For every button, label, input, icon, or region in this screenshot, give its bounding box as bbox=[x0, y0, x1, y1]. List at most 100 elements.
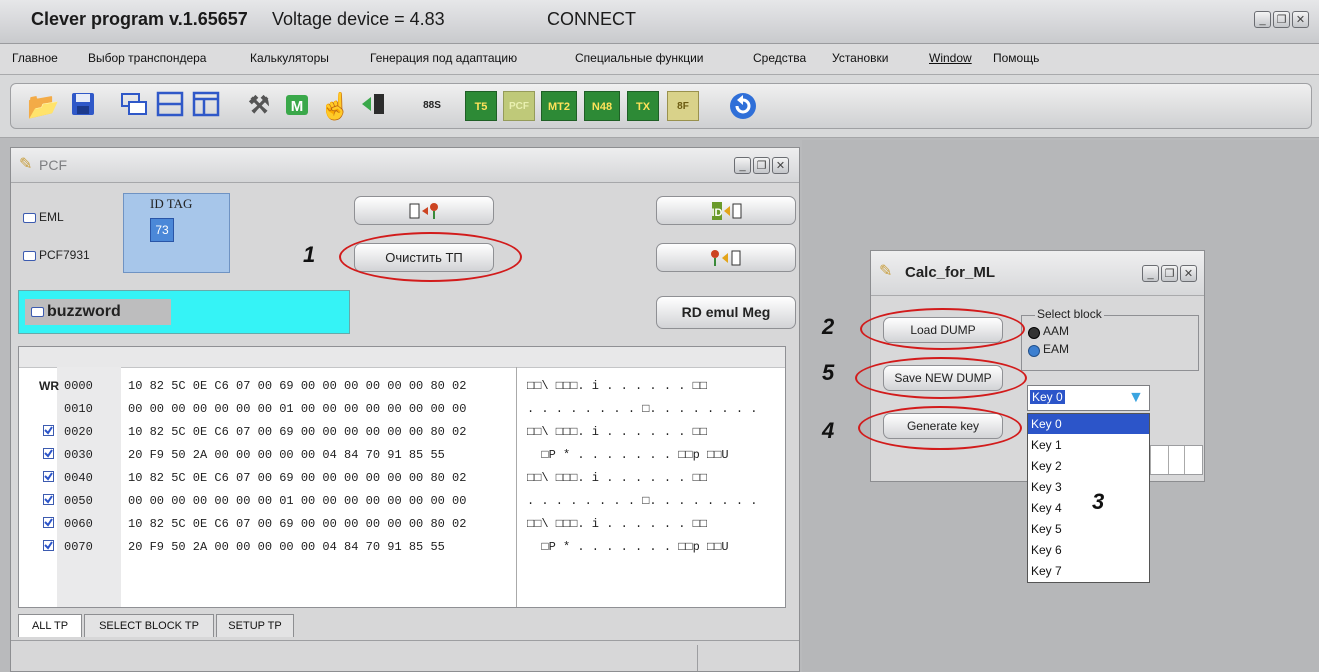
transfer-icon[interactable] bbox=[357, 91, 389, 121]
chevron-down-icon[interactable]: ▼ bbox=[1128, 389, 1144, 407]
row-address: 0050 bbox=[64, 494, 93, 508]
menu-main[interactable]: Главное bbox=[12, 51, 58, 65]
row-checkbox[interactable] bbox=[43, 425, 54, 436]
tile-horizontal-icon[interactable] bbox=[154, 91, 186, 121]
menu-settings[interactable]: Установки bbox=[832, 51, 888, 65]
key-option[interactable]: Key 3 bbox=[1028, 477, 1149, 497]
buzzword-label-box: buzzword bbox=[25, 299, 171, 325]
row-checkbox[interactable] bbox=[43, 517, 54, 528]
hex-row[interactable]: WR 0000 10 82 5C 0E C6 07 00 69 00 00 00… bbox=[19, 375, 785, 398]
tab-all-tp[interactable]: ALL TP bbox=[18, 614, 82, 637]
mt2-button[interactable]: MT2 bbox=[541, 91, 577, 121]
key-option[interactable]: Key 5 bbox=[1028, 519, 1149, 539]
buzzword-checkbox[interactable] bbox=[31, 307, 44, 317]
restore-icon[interactable]: ❐ bbox=[1273, 11, 1290, 28]
row-checkbox[interactable] bbox=[43, 494, 54, 505]
annotation-number-1: 1 bbox=[303, 242, 316, 267]
hex-row[interactable]: 0030 20 F9 50 2A 00 00 00 00 00 04 84 70… bbox=[19, 444, 785, 467]
menu-transponder[interactable]: Выбор транспондера bbox=[88, 51, 206, 65]
menu-tools[interactable]: Средства bbox=[753, 51, 806, 65]
open-folder-icon[interactable]: 📂 bbox=[27, 91, 59, 121]
row-ascii: □□\ □□□. i . . . . . . □□ bbox=[527, 471, 708, 485]
status-divider bbox=[11, 640, 799, 641]
menu-special[interactable]: Специальные функции bbox=[575, 51, 704, 65]
key-option[interactable]: Key 7 bbox=[1028, 561, 1149, 581]
load-dump-button[interactable]: Load DUMP bbox=[883, 317, 1003, 343]
aam-radio[interactable] bbox=[1028, 327, 1040, 339]
refresh-icon[interactable] bbox=[727, 91, 759, 121]
key-option[interactable]: Key 2 bbox=[1028, 456, 1149, 476]
calc-title: Calc_for_ML bbox=[905, 264, 996, 281]
row-bytes[interactable]: 10 82 5C 0E C6 07 00 69 00 00 00 00 00 0… bbox=[128, 379, 466, 393]
calc-minimize-icon[interactable]: _ bbox=[1142, 265, 1159, 282]
pcf-button[interactable]: PCF bbox=[503, 91, 535, 121]
id-tag-value[interactable]: 73 bbox=[150, 218, 174, 242]
aam-label: AAM bbox=[1043, 324, 1070, 338]
chip-tool-icon[interactable]: M bbox=[281, 91, 313, 121]
calc-restore-icon[interactable]: ❐ bbox=[1161, 265, 1178, 282]
cascade-icon[interactable] bbox=[118, 91, 150, 121]
hex-row[interactable]: 0020 10 82 5C 0E C6 07 00 69 00 00 00 00… bbox=[19, 421, 785, 444]
key-select-dropdown[interactable]: Key 0 ▼ bbox=[1027, 385, 1150, 411]
t5-button[interactable]: T5 bbox=[465, 91, 497, 121]
row-bytes[interactable]: 20 F9 50 2A 00 00 00 00 00 04 84 70 91 8… bbox=[128, 540, 445, 554]
row-checkbox[interactable] bbox=[43, 448, 54, 459]
menu-window[interactable]: Window bbox=[929, 51, 972, 65]
n48-button[interactable]: N48 bbox=[584, 91, 620, 121]
save-icon[interactable] bbox=[67, 91, 99, 121]
eml-label: EML bbox=[39, 210, 64, 224]
minimize-icon[interactable]: _ bbox=[1254, 11, 1271, 28]
read-transponder-button[interactable] bbox=[354, 196, 494, 225]
generate-key-button[interactable]: Generate key bbox=[883, 413, 1003, 439]
row-bytes[interactable]: 10 82 5C 0E C6 07 00 69 00 00 00 00 00 0… bbox=[128, 517, 466, 531]
tab-setup-tp[interactable]: SETUP TP bbox=[216, 614, 294, 637]
eml-checkbox[interactable] bbox=[23, 213, 36, 223]
tab-select-block-tp[interactable]: SELECT BLOCK TP bbox=[84, 614, 214, 637]
hex-row[interactable]: 0070 20 F9 50 2A 00 00 00 00 00 04 84 70… bbox=[19, 536, 785, 559]
8f-button[interactable]: 8F bbox=[667, 91, 699, 121]
calc-close-icon[interactable]: ✕ bbox=[1180, 265, 1197, 282]
row-bytes[interactable]: 10 82 5C 0E C6 07 00 69 00 00 00 00 00 0… bbox=[128, 471, 466, 485]
hex-row[interactable]: 0060 10 82 5C 0E C6 07 00 69 00 00 00 00… bbox=[19, 513, 785, 536]
hex-row[interactable]: 0050 00 00 00 00 00 00 00 01 00 00 00 00… bbox=[19, 490, 785, 513]
hex-row[interactable]: 0040 10 82 5C 0E C6 07 00 69 00 00 00 00… bbox=[19, 467, 785, 490]
rd-emul-button[interactable]: RD emul Meg bbox=[656, 296, 796, 329]
clear-tp-button[interactable]: Очистить ТП bbox=[354, 243, 494, 272]
bits-icon[interactable]: 88S bbox=[413, 91, 451, 121]
row-ascii: □□\ □□□. i . . . . . . □□ bbox=[527, 379, 708, 393]
pcf7931-checkbox[interactable] bbox=[23, 251, 36, 261]
hex-row[interactable]: 0010 00 00 00 00 00 00 00 01 00 00 00 00… bbox=[19, 398, 785, 421]
eam-radio[interactable] bbox=[1028, 345, 1040, 357]
row-bytes[interactable]: 20 F9 50 2A 00 00 00 00 00 04 84 70 91 8… bbox=[128, 448, 445, 462]
row-ascii: □P * . . . . . . . □□p □□U bbox=[527, 448, 729, 462]
buzzword-field[interactable]: buzzword bbox=[18, 290, 350, 334]
pcf7931-label: PCF7931 bbox=[39, 248, 90, 262]
pcf-close-icon[interactable]: ✕ bbox=[772, 157, 789, 174]
tx-button[interactable]: TX bbox=[627, 91, 659, 121]
key-transfer-button[interactable] bbox=[656, 243, 796, 272]
menu-help[interactable]: Помощь bbox=[993, 51, 1039, 65]
tile-vertical-icon[interactable] bbox=[190, 91, 222, 121]
key-option[interactable]: Key 0 bbox=[1028, 414, 1149, 434]
close-icon[interactable]: ✕ bbox=[1292, 11, 1309, 28]
pcf-restore-icon[interactable]: ❐ bbox=[753, 157, 770, 174]
key-option[interactable]: Key 4 bbox=[1028, 498, 1149, 518]
row-bytes[interactable]: 00 00 00 00 00 00 00 01 00 00 00 00 00 0… bbox=[128, 402, 466, 416]
key-option[interactable]: Key 1 bbox=[1028, 435, 1149, 455]
row-checkbox[interactable] bbox=[43, 540, 54, 551]
menu-calculators[interactable]: Калькуляторы bbox=[250, 51, 329, 65]
row-checkbox[interactable] bbox=[43, 471, 54, 482]
pcf-minimize-icon[interactable]: _ bbox=[734, 157, 751, 174]
key-hand-icon[interactable]: ☝ bbox=[319, 91, 351, 121]
tools-icon[interactable]: ⚒ bbox=[243, 91, 275, 121]
id-write-button[interactable]: ID bbox=[656, 196, 796, 225]
row-address: 0040 bbox=[64, 471, 93, 485]
key-select-value: Key 0 bbox=[1030, 390, 1065, 404]
key-option[interactable]: Key 6 bbox=[1028, 540, 1149, 560]
save-new-dump-button[interactable]: Save NEW DUMP bbox=[883, 365, 1003, 391]
row-bytes[interactable]: 00 00 00 00 00 00 00 01 00 00 00 00 00 0… bbox=[128, 494, 466, 508]
row-bytes[interactable]: 10 82 5C 0E C6 07 00 69 00 00 00 00 00 0… bbox=[128, 425, 466, 439]
row-address: 0060 bbox=[64, 517, 93, 531]
key-dropdown-list: Key 0 Key 1 Key 2 Key 3 Key 4 Key 5 Key … bbox=[1027, 413, 1150, 583]
menu-adaptation[interactable]: Генерация под адаптацию bbox=[370, 51, 517, 65]
